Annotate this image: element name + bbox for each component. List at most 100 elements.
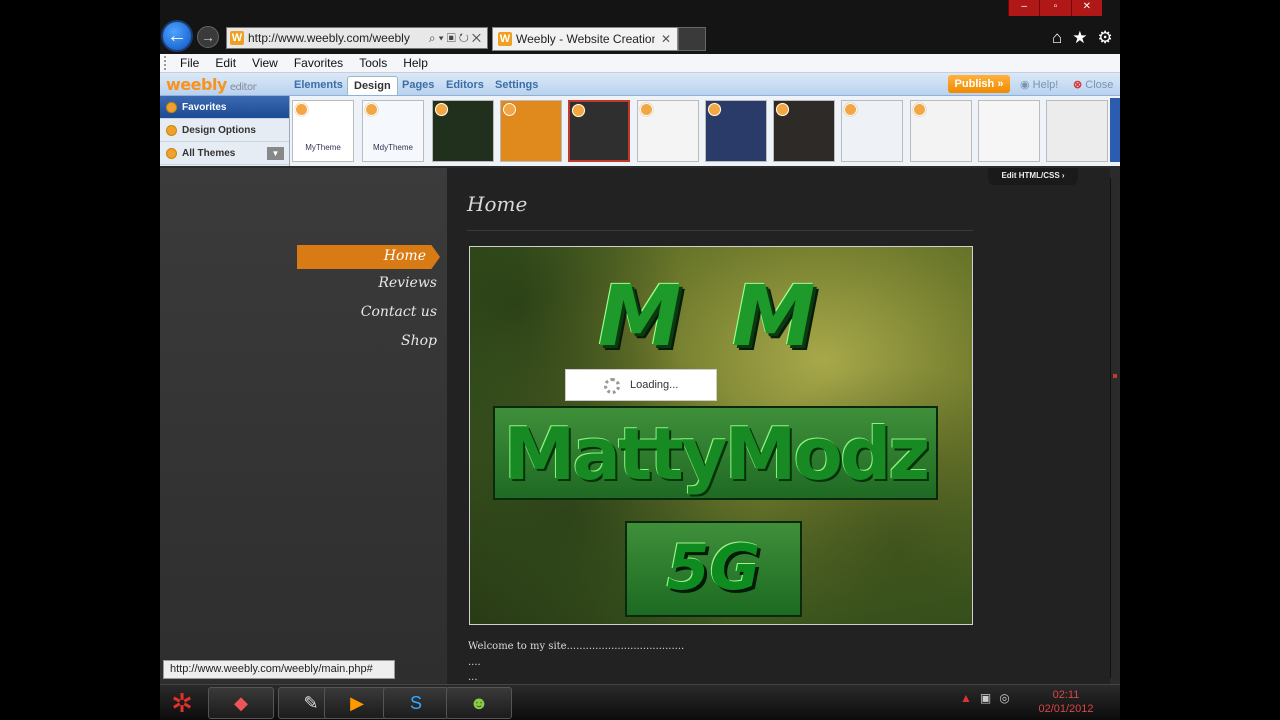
banner-image[interactable]: M M MattyModz 5G Loading... — [469, 246, 973, 625]
favorite-star-icon[interactable] — [435, 103, 448, 116]
browser-chrome: – ▫ ✕ ← → W http://www.weebly.com/weebly… — [160, 0, 1120, 54]
edit-html-css-button[interactable]: Edit HTML/CSS › — [988, 168, 1078, 185]
clock-date: 02/01/2012 — [1038, 703, 1094, 715]
tray-expand-icon[interactable]: ▲ — [960, 691, 972, 705]
tab-settings[interactable]: Settings — [489, 76, 544, 95]
theme-thumbnail[interactable] — [637, 100, 699, 162]
taskbar-app-3[interactable]: ▶ — [324, 687, 390, 719]
menu-item-tools[interactable]: Tools — [351, 56, 395, 70]
menu-grip — [164, 56, 172, 70]
nav-item-shop[interactable]: Shop — [401, 333, 437, 349]
theme-thumbnail[interactable] — [432, 100, 494, 162]
menu-item-favorites[interactable]: Favorites — [286, 56, 351, 70]
taskbar: ✲ ◆ ✎ ▶ S ☻ ▲ ▣ ◎ 02:11 02/01/2012 — [160, 684, 1120, 720]
favorite-star-icon[interactable] — [295, 103, 308, 116]
clock-time: 02:11 — [1052, 689, 1080, 701]
tab-pages[interactable]: Pages — [396, 76, 440, 95]
favorite-star-icon[interactable] — [640, 103, 653, 116]
taskbar-app-messenger[interactable]: ☻ — [446, 687, 512, 719]
address-tools-icon[interactable]: ⌕▾▣↻✕ — [429, 31, 487, 46]
menu-item-view[interactable]: View — [244, 56, 286, 70]
taskbar-app-1[interactable]: ◆ — [208, 687, 274, 719]
address-bar[interactable]: W http://www.weebly.com/weebly ⌕▾▣↻✕ — [226, 27, 488, 49]
tab-editors[interactable]: Editors — [440, 76, 490, 95]
menu-item-edit[interactable]: Edit — [207, 56, 244, 70]
arrow-right-icon: → — [201, 29, 215, 45]
menu-item-help[interactable]: Help — [395, 56, 436, 70]
close-editor-link[interactable]: ⊗ Close — [1073, 78, 1113, 91]
tab-close-icon[interactable]: ✕ — [655, 32, 677, 46]
maximize-button[interactable]: ▫ — [1039, 0, 1071, 16]
theme-thumbnail[interactable] — [978, 100, 1040, 162]
favorite-star-icon[interactable] — [365, 103, 378, 116]
title-divider — [467, 230, 973, 231]
theme-caption: MyTheme — [305, 143, 341, 152]
theme-thumbnail[interactable]: MdyTheme — [362, 100, 424, 162]
theme-thumbnail[interactable] — [705, 100, 767, 162]
menu-item-file[interactable]: File — [172, 56, 207, 70]
close-window-button[interactable]: ✕ — [1070, 0, 1102, 16]
taskbar-app-skype[interactable]: S — [383, 687, 449, 719]
star-icon — [166, 101, 177, 113]
content-dots[interactable]: .... — [468, 657, 481, 668]
panel-item-favorites[interactable]: Favorites — [160, 96, 289, 119]
weebly-editor-toolbar: weebly editor Elements Design Pages Edito… — [160, 73, 1120, 96]
network-icon[interactable]: ▣ — [980, 691, 991, 705]
page-scrollbar[interactable] — [1110, 178, 1118, 678]
theme-thumbnail[interactable] — [568, 100, 630, 162]
left-letterbox — [0, 0, 160, 720]
chevron-down-icon[interactable]: ▼ — [267, 146, 284, 160]
favorite-star-icon[interactable] — [708, 103, 721, 116]
taskbar-clock[interactable]: 02:11 02/01/2012 — [1028, 688, 1104, 716]
theme-thumbnail[interactable] — [773, 100, 835, 162]
page-title[interactable]: Home — [467, 192, 527, 216]
panel-item-all-themes[interactable]: All Themes ▼ — [160, 142, 289, 165]
help-link[interactable]: ◉ Help! — [1020, 78, 1058, 91]
favorite-star-icon[interactable] — [913, 103, 926, 116]
browser-tab[interactable]: W Weebly - Website Creation ... ✕ — [492, 27, 678, 51]
weebly-logo-text: weebly — [166, 75, 227, 94]
skype-icon: S — [409, 692, 422, 713]
theme-caption: MdyTheme — [372, 143, 413, 152]
favorite-star-icon[interactable] — [503, 103, 516, 116]
address-url[interactable]: http://www.weebly.com/weebly — [248, 31, 429, 45]
new-tab-button[interactable] — [678, 27, 706, 51]
nav-item-contact[interactable]: Contact us — [361, 304, 437, 320]
nav-item-reviews[interactable]: Reviews — [378, 275, 437, 291]
forward-button[interactable]: → — [197, 26, 219, 48]
panel-item-design-options[interactable]: Design Options — [160, 119, 289, 142]
home-icon[interactable]: ⌂ — [1052, 28, 1062, 48]
start-button[interactable]: ✲ — [160, 685, 204, 720]
theme-thumbnail[interactable] — [841, 100, 903, 162]
tab-design[interactable]: Design — [347, 76, 398, 95]
theme-thumbnail[interactable] — [1046, 100, 1108, 162]
messenger-icon: ☻ — [469, 692, 489, 713]
close-label: Close — [1085, 79, 1114, 91]
tab-elements[interactable]: Elements — [288, 76, 349, 95]
back-button[interactable]: ← — [161, 20, 193, 52]
favorite-star-icon[interactable] — [776, 103, 789, 116]
scroll-marker — [1113, 374, 1117, 378]
theme-thumbnail[interactable] — [910, 100, 972, 162]
favorite-star-icon[interactable] — [572, 104, 585, 117]
content-dots[interactable]: ... — [468, 672, 478, 683]
banner-letter-m: M — [598, 267, 682, 365]
minimize-button[interactable]: – — [1008, 0, 1040, 16]
favorites-star-icon[interactable]: ★ — [1072, 28, 1087, 48]
gear-icon[interactable]: ⚙ — [1098, 28, 1113, 48]
nav-label: Home — [383, 248, 426, 264]
volume-icon[interactable]: ◎ — [999, 691, 1009, 705]
theme-thumbnail[interactable] — [500, 100, 562, 162]
welcome-text[interactable]: Welcome to my site......................… — [468, 641, 684, 652]
theme-thumbnail[interactable]: MyTheme — [292, 100, 354, 162]
status-bar-url: http://www.weebly.com/weebly/main.php# — [163, 660, 395, 679]
globe-app-icon: ✎ — [303, 692, 319, 713]
banner-letter-m: M — [732, 267, 816, 365]
panel-item-label: Favorites — [182, 101, 227, 113]
start-orb-icon: ✲ — [171, 687, 193, 718]
publish-button[interactable]: Publish » — [948, 75, 1010, 93]
weebly-favicon-icon: W — [498, 32, 512, 46]
favorite-star-icon[interactable] — [844, 103, 857, 116]
nav-item-home[interactable]: Home — [297, 245, 440, 269]
theme-scroll-right-button[interactable] — [1110, 98, 1120, 162]
